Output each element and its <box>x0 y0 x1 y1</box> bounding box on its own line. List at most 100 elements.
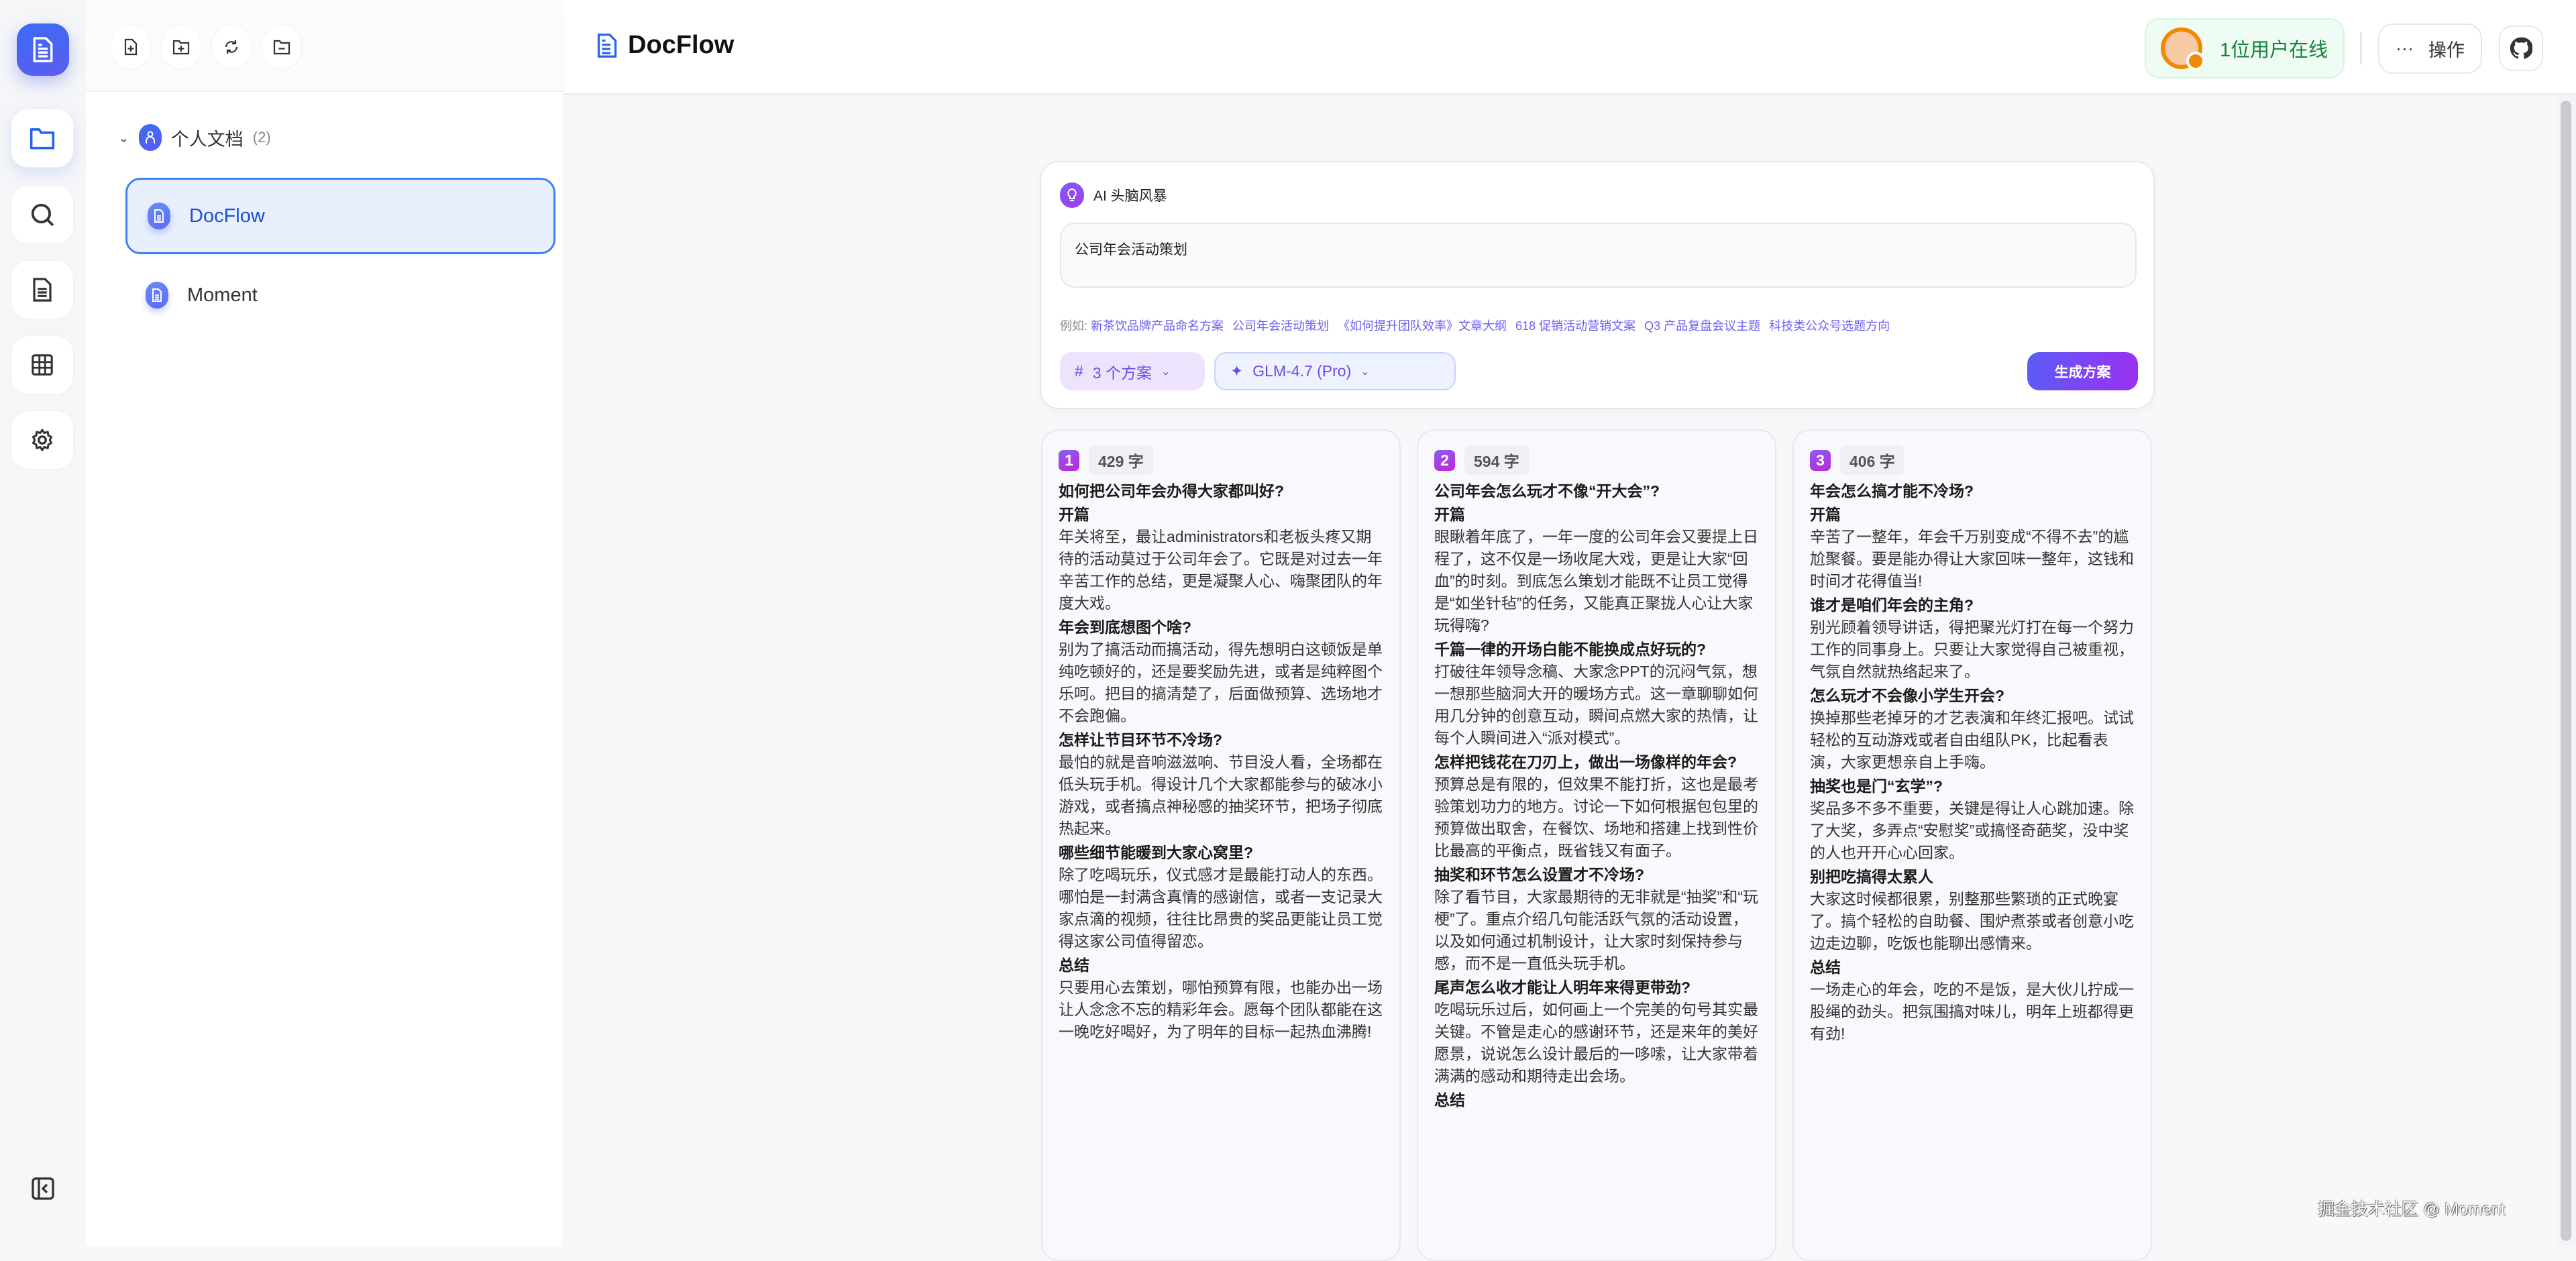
gear-icon <box>30 428 54 452</box>
new-folder-button[interactable] <box>161 25 201 69</box>
new-file-button[interactable] <box>111 25 151 69</box>
word-count-badge: 406 字 <box>1840 445 1904 475</box>
hash-icon: # <box>1075 362 1083 380</box>
result-card-header: 2594 字 <box>1434 445 1760 475</box>
generate-button[interactable]: 生成方案 <box>2027 352 2138 390</box>
result-card: 2594 字公司年会怎么玩才不像“开大会”?开篇眼瞅着年底了，一年一度的公司年会… <box>1417 429 1776 1261</box>
divider <box>2360 32 2362 64</box>
example-chip[interactable]: 公司年会活动策划 <box>1232 319 1329 333</box>
word-count-badge: 429 字 <box>1089 445 1153 475</box>
section-heading: 千篇一律的开场白能不能换成点好玩的? <box>1434 639 1760 661</box>
ai-brainstorm-card: AI 头脑风暴 公司年会活动策划 例如: 新茶饮品牌产品命名方案 公司年会活动策… <box>1040 161 2155 409</box>
example-chip[interactable]: 618 促销活动营销文案 <box>1515 319 1635 333</box>
section-heading: 怎样把钱花在刀刃上，做出一场像样的年会? <box>1434 751 1760 773</box>
rail-settings-button[interactable] <box>11 410 74 470</box>
section-paragraph: 除了看节目，大家最期待的无非就是“抽奖”和“玩梗”了。重点介绍几句能活跃气氛的活… <box>1434 886 1760 975</box>
tree-group-personal[interactable]: ⌄ 个人文档 (2) <box>118 124 271 151</box>
section-heading: 抽奖也是门“玄学”? <box>1810 775 2136 798</box>
brainstorm-header: AI 头脑风暴 <box>1060 182 1167 208</box>
section-heading: 怎么玩才不会像小学生开会? <box>1810 685 2136 707</box>
icon-rail <box>0 0 86 1246</box>
group-count: (2) <box>253 129 271 146</box>
section-heading: 年会怎么搞才能不冷场? <box>1810 480 2136 502</box>
section-paragraph: 最怕的就是音响滋滋响、节目没人看，全场都在低头玩手机。得设计几个大家都能参与的破… <box>1059 751 1385 840</box>
watermark: 掘金技术社区 @ Moment <box>2318 1196 2506 1220</box>
avatar <box>2161 28 2202 69</box>
file-panel: ⌄ 个人文档 (2) DocFlow Moment <box>86 0 564 1246</box>
rail-folder-button[interactable] <box>11 109 74 168</box>
refresh-button[interactable] <box>211 25 252 69</box>
section-paragraph: 一场走心的年会，吃的不是饭，是大伙儿拧成一股绳的劲头。把氛围搞对味儿，明年上班都… <box>1810 979 2136 1045</box>
document-icon <box>32 277 53 303</box>
collapse-folder-icon <box>273 39 290 55</box>
doc-item-label: Moment <box>187 284 258 307</box>
section-paragraph: 别光顾着领导讲话，得把聚光灯打在每一个努力工作的同事身上。只要让大家觉得自己被重… <box>1810 616 2136 683</box>
search-icon <box>30 202 55 227</box>
operations-label: 操作 <box>2428 36 2465 62</box>
collapse-folder-button[interactable] <box>262 25 302 69</box>
rail-search-button[interactable] <box>11 185 74 244</box>
examples-label: 例如: <box>1060 319 1087 333</box>
new-file-icon <box>124 38 138 56</box>
section-paragraph: 除了吃喝玩乐，仪式感才是最能打动人的东西。哪怕是一封满含真情的感谢信，或者一支记… <box>1059 864 1385 952</box>
document-icon <box>146 282 168 309</box>
result-number-badge: 3 <box>1810 450 1831 471</box>
section-heading: 开篇 <box>1810 504 2136 526</box>
section-paragraph: 吃喝玩乐过后，如何画上一个完美的句号其实最关键。不管是走心的感谢环节，还是来年的… <box>1434 999 1760 1087</box>
operations-button[interactable]: ··· 操作 <box>2378 23 2482 74</box>
online-users-text: 1位用户在线 <box>2220 34 2328 62</box>
top-header: DocFlow 1位用户在线 ··· 操作 <box>564 0 2576 95</box>
page-title-text: DocFlow <box>628 31 734 60</box>
section-heading: 总结 <box>1434 1089 1760 1111</box>
chevron-down-icon: ⌄ <box>1360 365 1369 378</box>
section-paragraph: 预算总是有限的，但效果不能打折，这也是最考验策划功力的地方。讨论一下如何根据包包… <box>1434 773 1760 862</box>
document-icon <box>148 203 170 229</box>
result-number-badge: 1 <box>1059 450 1079 471</box>
section-paragraph: 辛苦了一整年，年会千万别变成“不得不去”的尴尬聚餐。要是能办得让大家回味一整年，… <box>1810 526 2136 592</box>
user-icon <box>139 124 162 151</box>
section-heading: 怎样让节目环节不冷场? <box>1059 729 1385 751</box>
file-toolbar <box>86 0 563 92</box>
section-paragraph: 年关将至，最让administrators和老板头疼又期待的活动莫过于公司年会了… <box>1059 526 1385 614</box>
grid-icon <box>31 353 54 376</box>
scrollbar-thumb[interactable] <box>2561 101 2571 1241</box>
section-heading: 开篇 <box>1434 504 1760 526</box>
lightbulb-icon <box>1060 182 1084 208</box>
doc-item-label: DocFlow <box>189 205 265 227</box>
result-card-header: 3 406 字 <box>1810 445 2136 475</box>
doc-item-moment[interactable]: Moment <box>125 257 555 333</box>
rail-document-button[interactable] <box>11 260 74 319</box>
model-select[interactable]: ✦ GLM-4.7 (Pro) ⌄ <box>1214 352 1456 390</box>
app-logo-icon[interactable] <box>17 23 69 76</box>
section-paragraph: 只要用心去策划，哪怕预算有限，也能办出一场让人念念不忘的精彩年会。愿每个团队都能… <box>1059 977 1385 1043</box>
collapse-sidebar-button[interactable] <box>25 1170 61 1207</box>
section-heading: 如何把公司年会办得大家都叫好? <box>1059 480 1385 502</box>
rail-grid-button[interactable] <box>11 335 74 394</box>
section-heading: 公司年会怎么玩才不像“开大会”? <box>1434 480 1760 502</box>
document-icon <box>597 33 617 58</box>
brainstorm-title: AI 头脑风暴 <box>1093 185 1167 205</box>
new-folder-icon <box>172 39 190 55</box>
count-select[interactable]: # 3 个方案 ⌄ <box>1060 352 1205 390</box>
example-chip[interactable]: 科技类公众号选题方向 <box>1769 319 1890 333</box>
github-icon <box>2510 37 2532 60</box>
doc-item-docflow[interactable]: DocFlow <box>125 178 555 254</box>
example-chip[interactable]: Q3 产品复盘会议主题 <box>1644 319 1760 333</box>
example-chip[interactable]: 新茶饮品牌产品命名方案 <box>1091 319 1224 333</box>
topic-input[interactable]: 公司年会活动策划 <box>1060 223 2137 288</box>
chevron-down-icon: ⌄ <box>118 129 129 146</box>
example-chip[interactable]: 《如何提升团队效率》文章大纲 <box>1338 319 1507 333</box>
section-heading: 年会到底想图个啥? <box>1059 616 1385 639</box>
github-button[interactable] <box>2499 25 2543 71</box>
section-paragraph: 眼瞅着年底了，一年一度的公司年会又要提上日程了，这不仅是一场收尾大戏，更是让大家… <box>1434 526 1760 637</box>
section-heading: 哪些细节能暖到大家心窝里? <box>1059 842 1385 864</box>
section-paragraph: 大家这时候都很累，别整那些繁琐的正式晚宴了。搞个轻松的自助餐、围炉煮茶或者创意小… <box>1810 888 2136 954</box>
online-users-badge[interactable]: 1位用户在线 <box>2145 18 2345 78</box>
page-title: DocFlow <box>597 31 734 60</box>
folder-icon <box>29 126 56 150</box>
group-label: 个人文档 <box>171 125 244 151</box>
section-heading: 总结 <box>1059 954 1385 977</box>
examples-row: 例如: 新茶饮品牌产品命名方案 公司年会活动策划 《如何提升团队效率》文章大纲 … <box>1060 317 1895 334</box>
result-card-header: 1 429 字 <box>1059 445 1385 475</box>
section-paragraph: 奖品多不多不重要，关键是得让人心跳加速。除了大奖，多弄点“安慰奖”或搞怪奇葩奖，… <box>1810 798 2136 864</box>
